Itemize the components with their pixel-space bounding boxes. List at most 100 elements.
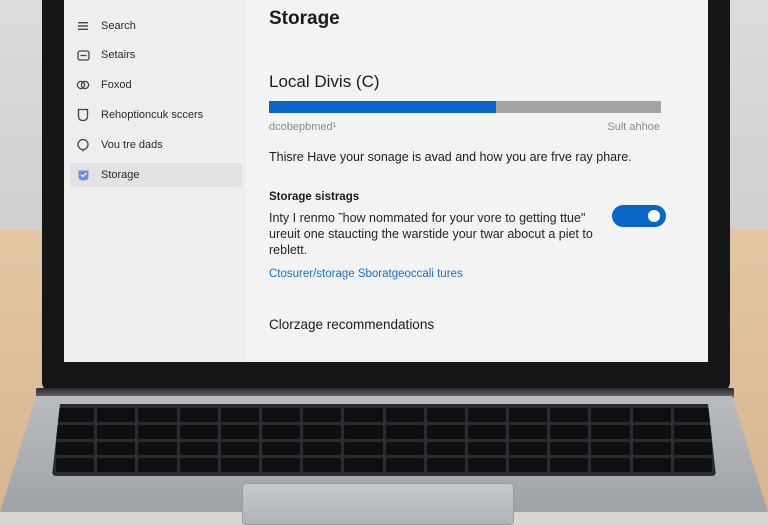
keyboard-key (550, 441, 589, 456)
storage-sense-description: Inty I renmo ˜how nommated for your vore… (269, 211, 593, 257)
keyboard-key (550, 408, 589, 422)
keyboard-key (303, 458, 342, 472)
keyboard-key (220, 408, 259, 422)
sidebar: Search Setairs Foxod Rehoptioncuk sccers… (64, 0, 246, 362)
keyboard-key (632, 408, 671, 422)
settings-window: Search Setairs Foxod Rehoptioncuk sccers… (64, 0, 708, 362)
sidebar-item-storage[interactable]: Storage (70, 163, 242, 187)
recommendations-heading: Clorzage recommendations (269, 317, 435, 332)
link-icon (76, 78, 90, 92)
keyboard-key (385, 441, 424, 456)
keyboard-key (591, 424, 630, 439)
chat-icon (76, 138, 90, 152)
storage-usage-bar[interactable] (269, 101, 661, 113)
keyboard-key (426, 424, 465, 439)
sidebar-item-label: Rehoptioncuk sccers (101, 109, 204, 121)
settings-icon (76, 48, 90, 62)
keyboard-key (97, 458, 136, 472)
sidebar-item-foxod[interactable]: Foxod (70, 73, 242, 97)
keyboard-key (591, 408, 630, 422)
keyboard (52, 404, 716, 476)
shield-icon (76, 108, 90, 122)
sidebar-item-settings[interactable]: Setairs (70, 43, 242, 67)
storage-sense-title: Storage sistrags (269, 191, 360, 203)
sidebar-item-label: Foxod (101, 79, 132, 91)
keyboard-key (56, 458, 95, 472)
trackpad (242, 483, 514, 525)
keyboard-key (261, 424, 301, 439)
keyboard-key (179, 458, 218, 472)
keyboard-key (550, 424, 589, 439)
keyboard-key (509, 458, 548, 472)
keyboard-key (220, 424, 259, 439)
keyboard-key (303, 424, 342, 439)
keyboard-key (467, 441, 507, 456)
sidebar-item-label: Setairs (101, 49, 136, 61)
keyboard-key (220, 441, 259, 456)
storage-icon (76, 168, 90, 182)
keyboard-key (138, 424, 177, 439)
toggle-knob (648, 210, 660, 222)
keyboard-key (673, 424, 712, 439)
total-size-label: Sult ahhoe (607, 121, 660, 133)
keyboard-key (467, 408, 507, 422)
configure-storage-link[interactable]: Ctosurer/storage Sboratgeoccali tures (269, 268, 463, 280)
keyboard-key (632, 424, 671, 439)
keyboard-key (138, 441, 177, 456)
keyboard-key (344, 424, 383, 439)
keyboard-key (344, 441, 383, 456)
keyboard-key (509, 441, 548, 456)
keyboard-key (632, 458, 671, 472)
keyboard-key (56, 441, 95, 456)
keyboard-key (673, 441, 712, 456)
keyboard-key (138, 458, 177, 472)
keyboard-key (56, 408, 95, 422)
drive-title: Local Divis (C) (269, 72, 380, 91)
keyboard-key (179, 441, 218, 456)
main-content: Storage Local Divis (C) dcobepbmed¹ Sult… (269, 0, 699, 362)
keyboard-key (673, 408, 712, 422)
keyboard-key (261, 458, 301, 472)
keyboard-key (97, 441, 136, 456)
keyboard-key (385, 458, 424, 472)
sidebar-item-search[interactable]: Search (70, 14, 242, 38)
keyboard-key (385, 408, 424, 422)
keyboard-key (509, 424, 548, 439)
keyboard-key (591, 441, 630, 456)
storage-sense-toggle[interactable] (612, 205, 666, 227)
keyboard-key (509, 408, 548, 422)
sidebar-item-label: Search (101, 20, 136, 32)
page-title: Storage (269, 8, 340, 29)
keyboard-key (220, 458, 259, 472)
keyboard-key (179, 408, 218, 422)
keyboard-key (632, 441, 671, 456)
sidebar-item-label: Storage (101, 169, 140, 181)
keyboard-key (97, 408, 136, 422)
keyboard-key (385, 424, 424, 439)
keyboard-key (591, 458, 630, 472)
keyboard-key (344, 408, 383, 422)
keyboard-key (56, 424, 95, 439)
sidebar-item-privacy[interactable]: Rehoptioncuk sccers (70, 103, 242, 127)
keyboard-key (179, 424, 218, 439)
keyboard-key (138, 408, 177, 422)
keyboard-key (261, 408, 301, 422)
keyboard-key (426, 441, 465, 456)
keyboard-key (303, 441, 342, 456)
storage-usage-fill (269, 101, 497, 113)
sidebar-item-label: Vou tre dads (101, 139, 163, 151)
sidebar-item-feedback[interactable]: Vou tre dads (70, 133, 242, 157)
keyboard-key (303, 408, 342, 422)
used-space-label: dcobepbmed¹ (269, 121, 337, 133)
keyboard-key (467, 458, 507, 472)
keyboard-key (261, 441, 301, 456)
keyboard-key (673, 458, 712, 472)
intro-text: Thisre Have your sonage is avad and how … (269, 150, 632, 164)
keyboard-key (467, 424, 507, 439)
keyboard-key (426, 408, 465, 422)
keyboard-key (426, 458, 465, 472)
keyboard-key (550, 458, 589, 472)
keyboard-key (344, 458, 383, 472)
search-icon (76, 19, 90, 33)
keyboard-key (97, 424, 136, 439)
